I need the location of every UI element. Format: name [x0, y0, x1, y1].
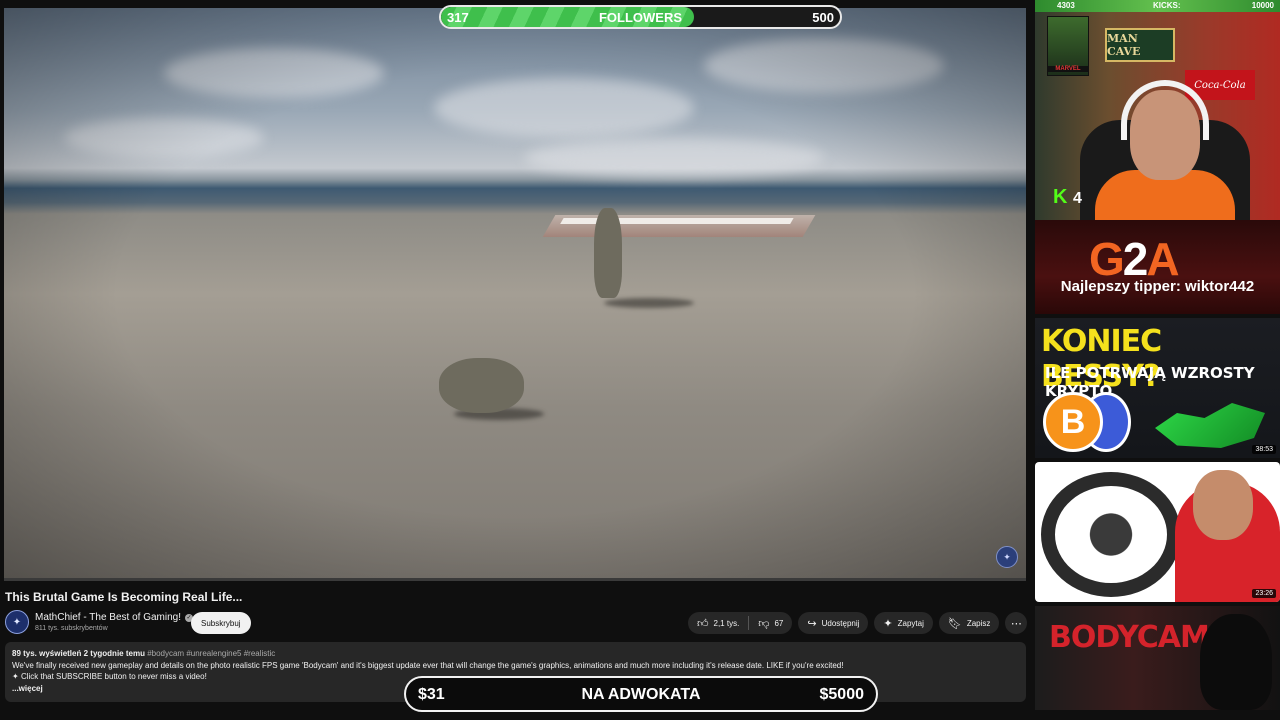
- followers-goal-bar: 317 FOLLOWERS 500: [439, 5, 842, 29]
- bull-graphic: [1155, 403, 1265, 448]
- followers-label: FOLLOWERS: [598, 10, 683, 25]
- thumbnail-title: BODYCAM: [1049, 620, 1210, 655]
- page: ✦ 317 FOLLOWERS 500 This Brutal Game Is …: [0, 0, 1280, 720]
- bitcoin-coin-icon: B: [1043, 392, 1103, 452]
- description-line: We've finally received new gameplay and …: [12, 660, 844, 670]
- dislike-count: 67: [774, 618, 784, 628]
- recommended-video-thumbnail[interactable]: KONIEC BESSY? ILE POTRWAJĄ WZROSTY KRYPT…: [1035, 318, 1280, 458]
- video-player[interactable]: ✦: [4, 8, 1026, 580]
- thumbs-down-icon: 👎︎: [758, 617, 770, 630]
- poster-text: MARVEL: [1048, 66, 1088, 72]
- kicks-label: KICKS:: [1153, 1, 1181, 10]
- save-label: Zapisz: [966, 618, 991, 628]
- more-options-icon[interactable]: ⋯: [1005, 612, 1028, 634]
- sparkle-icon: ✦: [883, 617, 893, 630]
- subscriber-count: 811 tys. subskrybentów: [35, 625, 108, 632]
- streamer: [1075, 80, 1255, 220]
- share-icon: ↪: [807, 617, 817, 630]
- donation-target: $5000: [819, 686, 865, 703]
- dislike-button[interactable]: 👎︎ 67: [749, 612, 792, 634]
- share-button[interactable]: ↪ Udostępnij: [798, 612, 869, 634]
- g2a-tipper-panel: G2A Najlepszy tipper: wiktor442: [1035, 220, 1280, 314]
- vignette: [4, 8, 1026, 580]
- video-duration: 38:53: [1252, 445, 1276, 454]
- followers-target: 500: [812, 10, 834, 25]
- man-cave-sign: MAN CAVE: [1105, 28, 1175, 62]
- hashtags[interactable]: #bodycam #unrealengine5 #realistic: [147, 649, 275, 658]
- share-label: Udostępnij: [821, 618, 860, 628]
- soldier-helmet: [1200, 614, 1272, 710]
- like-dislike-group: 👍︎ 2,1 tys. 👎︎ 67: [688, 612, 793, 634]
- wall-poster: MARVEL: [1047, 16, 1089, 76]
- kicks-current: 4303: [1057, 1, 1075, 10]
- upload-age: 2 tygodnie temu: [83, 649, 145, 658]
- channel-name[interactable]: MathChief - The Best of Gaming!: [35, 612, 181, 623]
- sparkle-icon: ✦: [12, 672, 19, 681]
- like-button[interactable]: 👍︎ 2,1 tys.: [688, 612, 748, 634]
- view-count: 89 tys. wyświetleń: [12, 649, 82, 658]
- video-duration: 23:26: [1252, 589, 1276, 598]
- top-tipper: Najlepszy tipper: wiktor442: [1060, 278, 1255, 295]
- ask-button[interactable]: ✦ Zapytaj: [874, 612, 933, 634]
- streamer-webcam: 4303 KICKS: 10000 MARVEL MAN CAVE Coca-C…: [1035, 0, 1280, 220]
- kicks-target: 10000: [1251, 1, 1274, 10]
- presenter-head: [1193, 470, 1253, 540]
- recommended-video-thumbnail[interactable]: 23:26: [1035, 462, 1280, 602]
- headset: [1121, 80, 1209, 140]
- steering-wheel: [1041, 472, 1181, 597]
- ask-label: Zapytaj: [897, 618, 924, 628]
- kick-logo-icon: K: [1053, 186, 1068, 208]
- subscribe-button[interactable]: Subskrybuj: [191, 612, 251, 634]
- channel-avatar[interactable]: ✦: [5, 610, 29, 634]
- recommended-video-thumbnail[interactable]: BODYCAM: [1035, 606, 1280, 710]
- action-bar: 👍︎ 2,1 tys. 👎︎ 67 ↪ Udostępnij ✦ Zapytaj…: [688, 612, 1028, 634]
- kicks-goal-bar: 4303 KICKS: 10000: [1035, 0, 1280, 12]
- description-line: Click that SUBSCRIBE button to never mis…: [20, 672, 207, 681]
- donation-goal-bar: $31 NA ADWOKATA $5000: [404, 676, 878, 712]
- kick-counter: K 4: [1053, 186, 1082, 209]
- video-progress-bar[interactable]: [4, 578, 1026, 581]
- channel-info[interactable]: ✦ MathChief - The Best of Gaming! ✓ 811 …: [5, 610, 193, 634]
- video-title: This Brutal Game Is Becoming Real Life..…: [5, 590, 243, 604]
- kick-count-value: 4: [1073, 190, 1082, 207]
- channel-watermark-icon[interactable]: ✦: [996, 546, 1018, 568]
- save-button[interactable]: 🔖︎ Zapisz: [938, 612, 1000, 634]
- thumbs-up-icon: 👍︎: [697, 617, 709, 630]
- donation-label: NA ADWOKATA: [581, 686, 701, 703]
- like-count: 2,1 tys.: [713, 618, 740, 628]
- bookmark-icon: 🔖︎: [947, 617, 962, 630]
